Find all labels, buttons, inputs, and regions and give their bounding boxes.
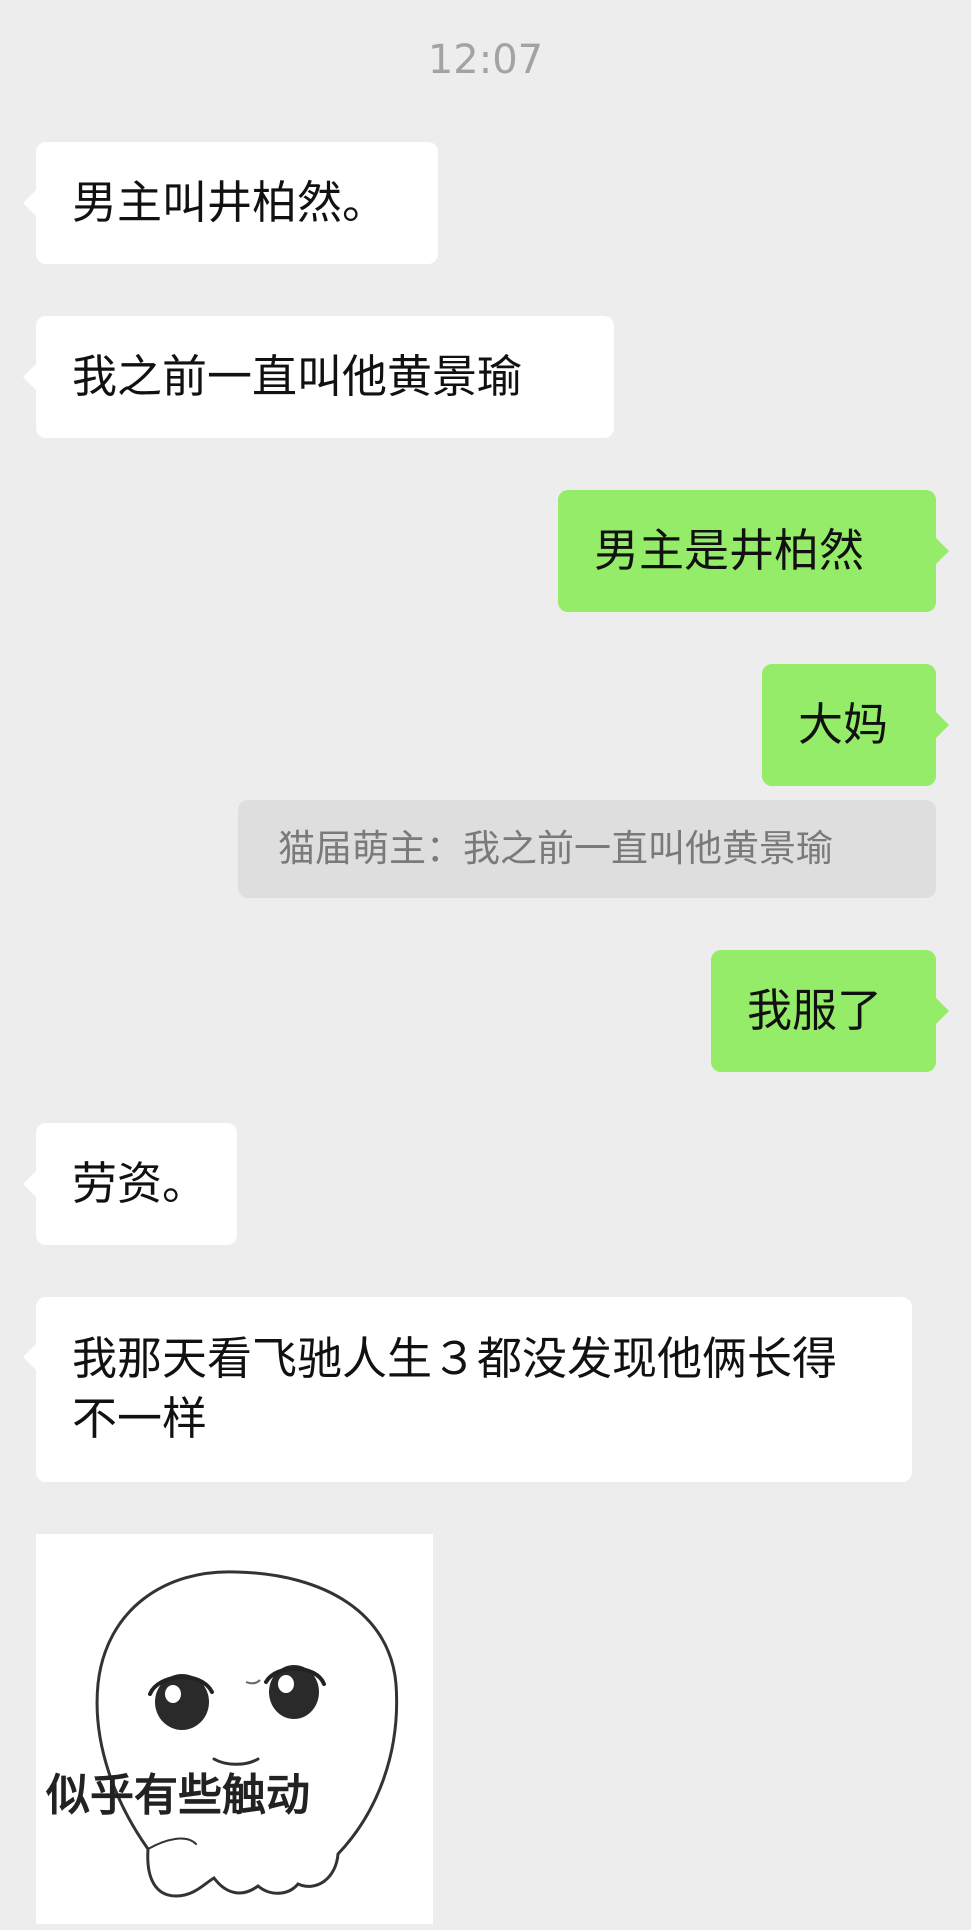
message-bubble-received[interactable]: 男主叫井柏然。 bbox=[23, 142, 438, 264]
quoted-reply-text: 猫届萌主：我之前一直叫他黄景瑜 bbox=[278, 827, 833, 870]
sticker-caption: 似乎有些触动 bbox=[46, 1770, 310, 1821]
message-bubble-received[interactable]: 我之前一直叫他黄景瑜 bbox=[23, 316, 614, 438]
message-text: 男主是井柏然 bbox=[594, 524, 865, 577]
message-bubble-sent[interactable]: 男主是井柏然 bbox=[558, 490, 949, 612]
message-text: 男主叫井柏然。 bbox=[72, 176, 388, 229]
message-bubble-received[interactable]: 我那天看飞驰人生３都没发现他俩长得不一样 bbox=[23, 1297, 912, 1482]
sticker-message[interactable]: 似乎有些触动 bbox=[36, 1534, 433, 1924]
message-text: 我服了 bbox=[747, 984, 883, 1037]
message-text: 大妈 bbox=[798, 698, 889, 751]
message-text: 我那天看飞驰人生３都没发现他俩长得不一样 bbox=[72, 1332, 838, 1445]
quoted-reply[interactable]: 猫届萌主：我之前一直叫他黄景瑜 bbox=[238, 800, 936, 898]
message-bubble-sent[interactable]: 大妈 bbox=[762, 664, 949, 786]
ghost-sticker-icon bbox=[95, 1570, 399, 1898]
message-bubble-received[interactable]: 劳资。 bbox=[23, 1123, 237, 1245]
message-text: 我之前一直叫他黄景瑜 bbox=[72, 350, 523, 403]
message-timestamp: 12:07 bbox=[427, 37, 544, 83]
message-text: 劳资。 bbox=[72, 1157, 208, 1210]
message-bubble-sent[interactable]: 我服了 bbox=[711, 950, 949, 1072]
